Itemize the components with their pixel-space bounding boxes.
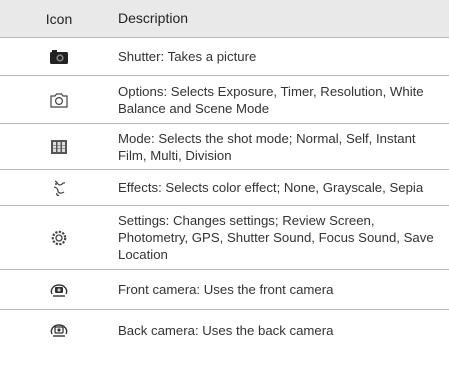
table-row: Front camera: Uses the front camera xyxy=(0,270,449,310)
row-description: Shutter: Takes a picture xyxy=(118,49,257,64)
row-description: Front camera: Uses the front camera xyxy=(118,282,334,297)
table-header: Icon Description xyxy=(0,0,449,38)
header-description-column: Description xyxy=(118,10,189,26)
row-description: Effects: Selects color effect; None, Gra… xyxy=(118,180,424,195)
effects-icon xyxy=(53,179,66,196)
settings-gear-icon xyxy=(51,230,67,245)
table-row: Shutter: Takes a picture xyxy=(0,38,449,76)
row-description: Mode: Selects the shot mode; Normal, Sel… xyxy=(118,130,416,163)
table-row: Mode: Selects the shot mode; Normal, Sel… xyxy=(0,124,449,170)
icon-description-table: Icon Description Shutter: Takes a pictur… xyxy=(0,0,449,350)
row-description: Back camera: Uses the back camera xyxy=(118,322,334,338)
table-row: Options: Selects Exposure, Timer, Resolu… xyxy=(0,76,449,124)
table-row: Settings: Changes settings; Review Scree… xyxy=(0,206,449,270)
row-description: Settings: Changes settings; Review Scree… xyxy=(118,213,434,262)
back-camera-icon xyxy=(50,324,68,337)
table-row: Effects: Selects color effect; None, Gra… xyxy=(0,170,449,206)
row-description: Options: Selects Exposure, Timer, Resolu… xyxy=(118,83,424,116)
header-icon-column: Icon xyxy=(45,10,73,27)
front-camera-icon xyxy=(50,283,68,297)
table-row: Back camera: Uses the back camera xyxy=(0,310,449,350)
options-camera-icon xyxy=(50,92,68,108)
mode-grid-icon xyxy=(51,139,67,154)
shutter-icon xyxy=(50,49,68,64)
